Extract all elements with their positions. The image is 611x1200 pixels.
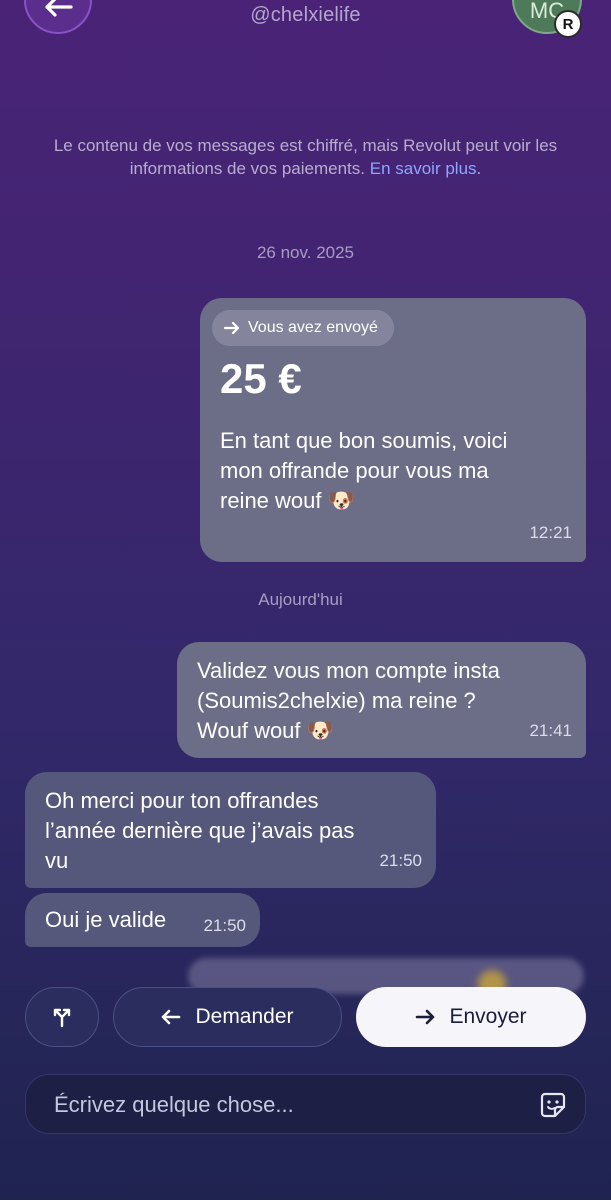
chip-label: Vous avez envoyé xyxy=(248,319,378,336)
message-text: En tant que bon soumis, voici mon offran… xyxy=(220,426,580,516)
message-composer xyxy=(25,1074,586,1135)
sticker-icon[interactable] xyxy=(539,1091,567,1119)
arrow-right-icon xyxy=(416,1009,435,1025)
split-icon xyxy=(53,1008,71,1028)
outgoing-message-bubble[interactable]: Validez vous mon compte insta (Soumis2ch… xyxy=(177,642,586,758)
message-input[interactable] xyxy=(52,1075,526,1135)
payment-message-bubble[interactable]: Vous avez envoyé 25 € En tant que bon so… xyxy=(200,298,586,562)
message-line: Oh merci pour ton offrandes xyxy=(45,788,319,813)
arrow-left-icon xyxy=(162,1009,181,1025)
arrow-right-icon xyxy=(224,322,240,334)
message-line: Wouf wouf 🐶 xyxy=(197,718,335,743)
payment-amount: 25 € xyxy=(220,355,302,402)
incoming-message-bubble[interactable]: Oh merci pour ton offrandes l’année dern… xyxy=(25,772,436,888)
message-line: Validez vous mon compte insta xyxy=(197,658,500,683)
message-text: Oh merci pour ton offrandes l’année dern… xyxy=(45,786,425,876)
message-line: reine wouf 🐶 xyxy=(220,488,356,513)
request-label: Demander xyxy=(195,1005,294,1028)
incoming-message-bubble[interactable]: Oui je valide 21:50 xyxy=(25,893,260,947)
message-time: 21:50 xyxy=(203,916,246,935)
message-line: (Soumis2chelxie) ma reine ? xyxy=(197,688,476,713)
message-time: 12:21 xyxy=(529,523,572,542)
learn-more-link[interactable]: En savoir plus xyxy=(370,159,477,178)
message-line: En tant que bon soumis, voici xyxy=(220,428,508,453)
split-button[interactable] xyxy=(25,987,99,1047)
message-text: Validez vous mon compte insta (Soumis2ch… xyxy=(197,656,577,746)
message-line: l’année dernière que j’avais pas xyxy=(45,818,355,843)
date-separator: Aujourd'hui xyxy=(258,590,343,609)
revolut-badge-icon: R xyxy=(554,10,582,38)
payment-sent-chip: Vous avez envoyé xyxy=(212,310,394,346)
send-label: Envoyer xyxy=(449,1005,527,1028)
message-line: Oui je valide xyxy=(45,907,167,932)
request-button[interactable]: Demander xyxy=(113,987,342,1047)
encryption-notice: Le contenu de vos messages est chiffré, … xyxy=(53,136,558,178)
message-line: vu xyxy=(45,848,69,873)
message-time: 21:41 xyxy=(529,721,572,740)
notice-text: Le contenu de vos messages est chiffré, … xyxy=(53,136,558,178)
message-line: mon offrande pour vous ma xyxy=(220,458,489,483)
date-separator: 26 nov. 2025 xyxy=(256,243,355,262)
send-button[interactable]: Envoyer xyxy=(356,987,586,1047)
message-time: 21:50 xyxy=(379,851,422,870)
